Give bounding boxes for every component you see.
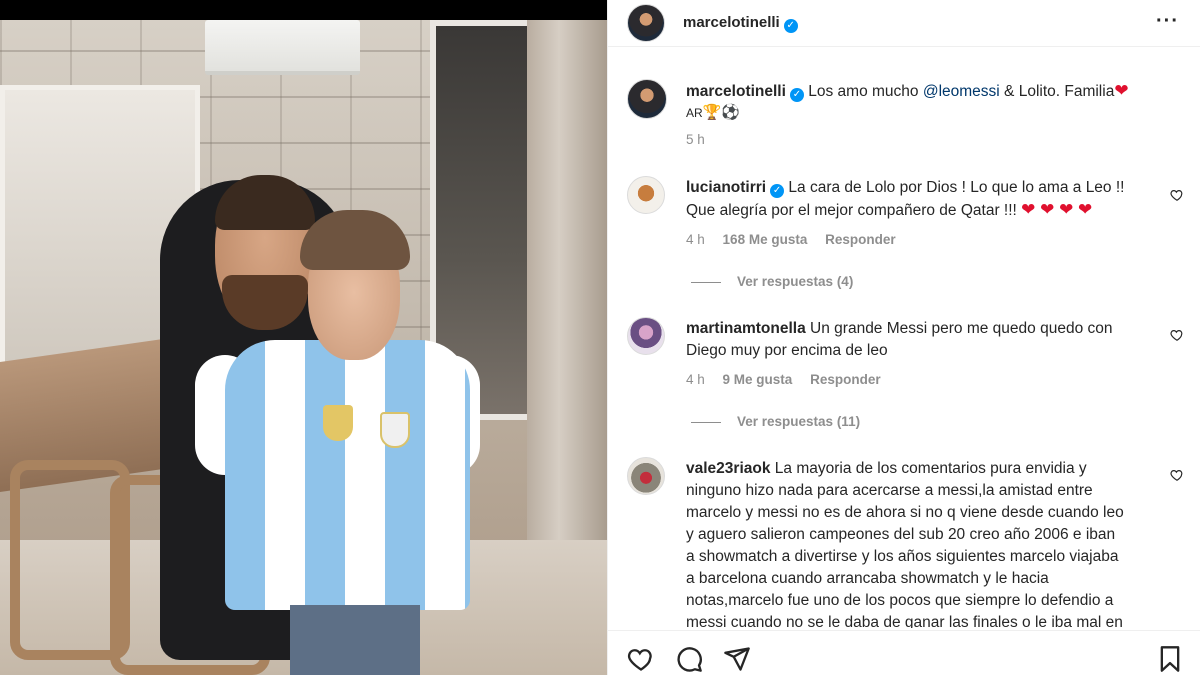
caption-text-end: & Lolito. Familia — [999, 83, 1115, 100]
author-username[interactable]: marcelotinelli ✓ — [683, 14, 798, 33]
comment-text: Diego muy por encima de leo — [686, 342, 888, 359]
reply-button[interactable]: Responder — [810, 372, 881, 387]
heart-emoji: ❤ — [1114, 81, 1129, 100]
comment-line: notas,marcelo fue uno de los pocos que s… — [686, 592, 1114, 609]
share-icon[interactable] — [723, 645, 751, 673]
air-conditioner — [205, 20, 360, 75]
post-caption: marcelotinelli ✓ Los amo mucho @leomessi … — [686, 80, 1176, 103]
comment-username[interactable]: vale23riaok — [686, 460, 770, 477]
mention-link[interactable]: @leomessi — [923, 83, 1000, 100]
comment-line: a showmatch a divertirse y los años sigu… — [686, 548, 1119, 565]
comment-text: Un grande Messi pero me quedo quedo con — [810, 320, 1113, 337]
comment-line-2: Que alegría por el mejor compañero de Qa… — [686, 199, 1161, 222]
caption-avatar[interactable] — [627, 79, 667, 119]
heart-icon[interactable] — [627, 645, 655, 673]
view-replies-button[interactable]: Ver respuestas (11) — [691, 414, 860, 429]
heart-emoji: ❤ ❤ ❤ ❤ — [1021, 200, 1093, 219]
caption-text: Los amo mucho — [808, 83, 923, 100]
caption-line-2: AR🏆⚽ — [686, 102, 740, 124]
comment-text: La mayoria de los comentarios pura envid… — [774, 460, 1087, 477]
view-replies-text[interactable]: Ver respuestas (4) — [737, 274, 853, 289]
comment: lucianotirri ✓ La cara de Lolo por Dios !… — [686, 177, 1161, 199]
jersey-badge — [380, 412, 410, 448]
caption-time-text: 5 h — [686, 132, 705, 147]
post-actions-bar — [608, 630, 1200, 675]
comment-text: Que alegría por el mejor compañero de Qa… — [686, 202, 1017, 219]
like-comment-heart-icon[interactable] — [1170, 468, 1184, 482]
post-side-panel: marcelotinelli ✓ ··· marcelotinelli ✓ Los … — [607, 0, 1200, 675]
view-replies-button[interactable]: Ver respuestas (4) — [691, 274, 853, 289]
comment-username[interactable]: martinamtonella — [686, 320, 806, 337]
verified-icon: ✓ — [789, 88, 804, 102]
caption-username[interactable]: marcelotinelli — [686, 83, 786, 100]
trophy-emoji: 🏆 — [702, 104, 722, 121]
view-replies-text[interactable]: Ver respuestas (11) — [737, 414, 860, 429]
comment: martinamtonella Un grande Messi pero me … — [686, 318, 1161, 340]
author-avatar[interactable] — [627, 4, 665, 42]
comment-meta: 4 h 168 Me gusta Responder — [686, 232, 910, 247]
flag-text: AR — [686, 106, 703, 120]
boy-jeans — [290, 605, 420, 675]
comment-line-2: Diego muy por encima de leo — [686, 340, 1161, 362]
caption-time: 5 h — [686, 132, 719, 147]
jersey-crest — [323, 405, 353, 441]
boy-jersey — [225, 340, 470, 610]
comment-time: 4 h — [686, 372, 705, 387]
comment-text: La cara de Lolo por Dios ! Lo que lo ama… — [788, 179, 1125, 196]
replies-divider — [691, 281, 721, 283]
soccer-ball-emoji: ⚽ — [721, 104, 741, 121]
post-photo[interactable] — [0, 20, 607, 675]
like-comment-heart-icon[interactable] — [1170, 188, 1184, 202]
image-top-bar — [0, 0, 607, 20]
author-username-text[interactable]: marcelotinelli — [683, 14, 780, 31]
like-comment-heart-icon[interactable] — [1170, 328, 1184, 342]
commenter-avatar[interactable] — [627, 457, 665, 495]
reply-button[interactable]: Responder — [825, 232, 896, 247]
comment-line: vale23riaok La mayoria de los comentario… — [686, 458, 1166, 480]
comment-line: messi cuando no se le daba de ganar las … — [686, 614, 1123, 628]
bookmark-icon[interactable] — [1156, 645, 1184, 673]
comment-line: a barcelona cuando arrancaba showmatch y… — [686, 570, 1049, 587]
comment-icon[interactable] — [675, 645, 703, 673]
comment-meta: 4 h 9 Me gusta Responder — [686, 372, 895, 387]
replies-divider — [691, 421, 721, 423]
commenter-avatar[interactable] — [627, 176, 665, 214]
verified-icon: ✓ — [783, 19, 798, 33]
commenter-avatar[interactable] — [627, 317, 665, 355]
comment-username[interactable]: lucianotirri — [686, 179, 766, 196]
comment-line: marcelo y messi no es de ahora si no q v… — [686, 504, 1124, 521]
more-options-icon[interactable]: ··· — [1156, 10, 1179, 33]
long-comment: vale23riaok La mayoria de los comentario… — [686, 458, 1166, 628]
comment-likes[interactable]: 9 Me gusta — [723, 372, 793, 387]
comment-line: y aguero salieron campeones del sub 20 c… — [686, 526, 1116, 543]
comment-line: ninguno hizo nada para acercarse a messi… — [686, 482, 1093, 499]
verified-icon: ✓ — [770, 184, 785, 198]
comment-likes[interactable]: 168 Me gusta — [723, 232, 808, 247]
comment-time: 4 h — [686, 232, 705, 247]
post-image-panel — [0, 0, 607, 675]
post-header: marcelotinelli ✓ ··· — [608, 0, 1200, 47]
